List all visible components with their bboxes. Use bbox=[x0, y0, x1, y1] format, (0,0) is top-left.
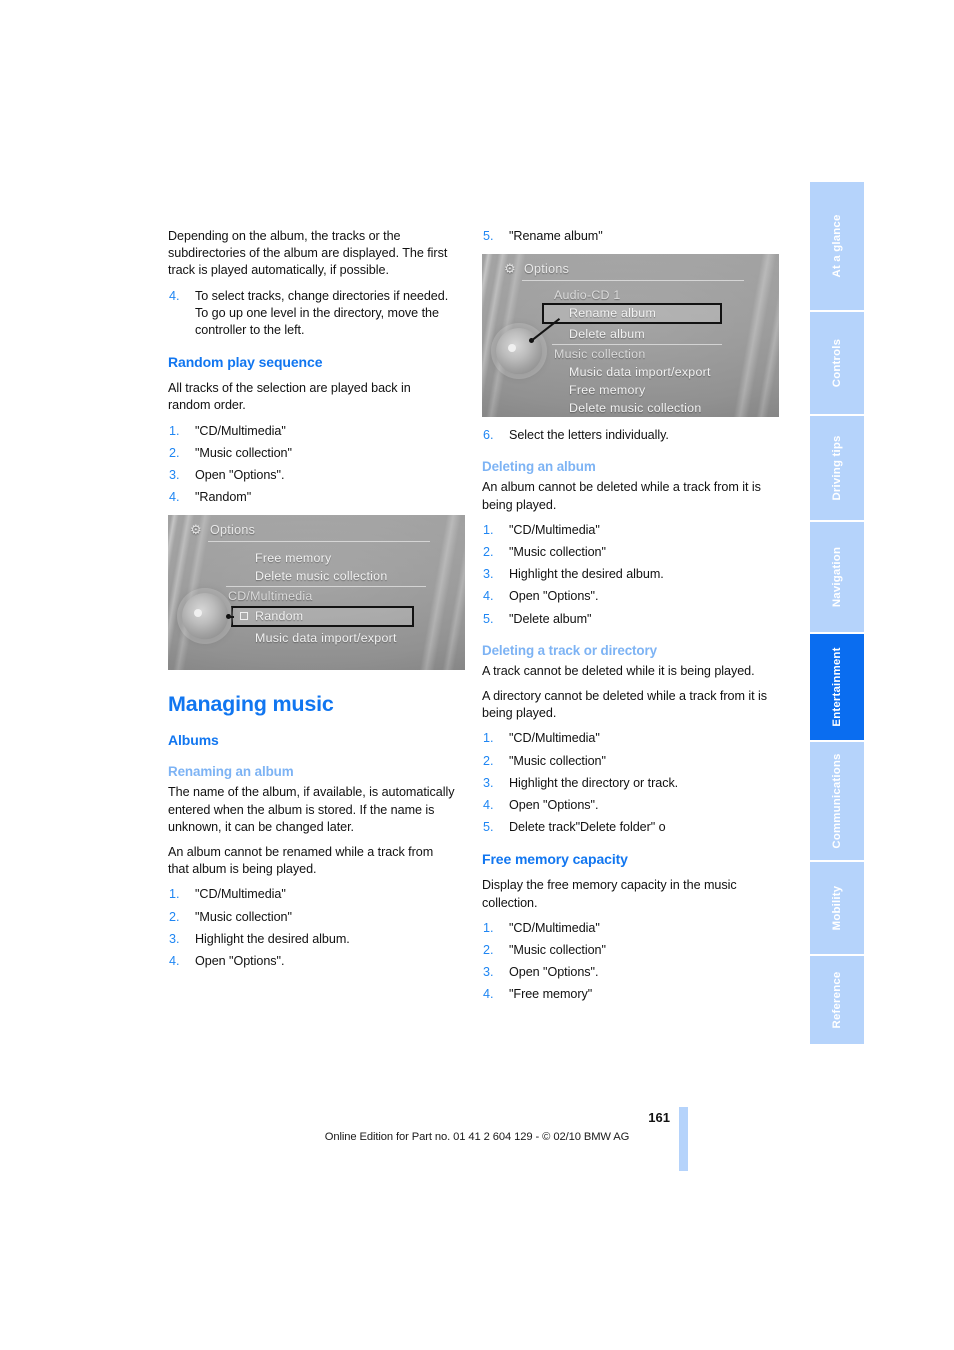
menu-item-rename-album: Rename album bbox=[569, 306, 657, 321]
renaming-paragraph-2: An album cannot be renamed while a track… bbox=[168, 845, 434, 877]
section-thumb-index: At a glance Controls Driving tips Naviga… bbox=[810, 182, 864, 1044]
sidebar-item-driving-tips[interactable]: Driving tips bbox=[810, 416, 864, 520]
list-item: "Rename album" bbox=[483, 228, 603, 245]
sidebar-item-navigation[interactable]: Navigation bbox=[810, 522, 864, 632]
list-item: "Music collection" bbox=[483, 753, 606, 770]
renaming-steps-continued: "Rename album" bbox=[482, 228, 769, 245]
menu-item-music-data-import-export: Music data import/export bbox=[569, 365, 711, 380]
list-item: "CD/Multimedia" bbox=[169, 423, 286, 440]
list-item: Highlight the desired album. bbox=[483, 566, 664, 583]
random-play-intro: All tracks of the selection are played b… bbox=[168, 381, 411, 413]
menu-group-audio-cd-1: Audio-CD 1 bbox=[554, 288, 621, 303]
divider bbox=[552, 344, 722, 346]
menu-group-cd-multimedia: CD/Multimedia bbox=[228, 589, 313, 604]
gear-icon: ⚙ bbox=[190, 522, 202, 538]
sidebar-item-reference[interactable]: Reference bbox=[810, 956, 864, 1044]
intro-paragraph: Depending on the album, the tracks or th… bbox=[168, 229, 448, 278]
list-item: Highlight the directory or track. bbox=[483, 775, 679, 792]
renaming-steps: "CD/Multimedia" "Music collection" Highl… bbox=[168, 886, 455, 970]
heading-random-play-sequence: Random play sequence bbox=[168, 354, 323, 371]
idrive-screenshot-random: ⚙ Options Free memory Delete music colle… bbox=[168, 515, 465, 671]
heading-renaming-an-album: Renaming an album bbox=[168, 764, 294, 780]
list-item: "Music collection" bbox=[169, 445, 292, 462]
left-text-column: Depending on the album, the tracks or th… bbox=[168, 228, 465, 979]
list-item: "Random" bbox=[169, 489, 252, 506]
divider bbox=[226, 586, 426, 588]
sidebar-item-label: Driving tips bbox=[831, 435, 843, 501]
screenshot-title: Options bbox=[524, 262, 570, 277]
deleting-track-paragraph-2: A directory cannot be deleted while a tr… bbox=[482, 689, 767, 721]
menu-item-delete-music-collection: Delete music collection bbox=[569, 401, 702, 416]
menu-item-delete-music-collection: Delete music collection bbox=[255, 569, 388, 584]
deleting-track-steps: "CD/Multimedia" "Music collection" Highl… bbox=[482, 730, 769, 836]
step-list-continued: To select tracks, change directories if … bbox=[168, 288, 455, 340]
menu-group-music-collection: Music collection bbox=[554, 347, 646, 362]
menu-item-random: Random bbox=[255, 609, 304, 624]
heading-deleting-an-album: Deleting an album bbox=[482, 459, 596, 475]
sidebar-item-label: Controls bbox=[831, 338, 843, 388]
footer-note: Online Edition for Part no. 01 41 2 604 … bbox=[324, 1131, 630, 1143]
menu-item-free-memory: Free memory bbox=[569, 383, 646, 398]
manual-page: Depending on the album, the tracks or th… bbox=[0, 0, 954, 1350]
menu-item-music-data-import-export: Music data import/export bbox=[255, 631, 397, 646]
free-memory-intro: Display the free memory capacity in the … bbox=[482, 878, 737, 910]
list-item: Select the letters individually. bbox=[483, 427, 669, 444]
menu-item-delete-album: Delete album bbox=[569, 327, 646, 342]
sidebar-item-label: Entertainment bbox=[831, 647, 843, 727]
sidebar-item-controls[interactable]: Controls bbox=[810, 312, 864, 414]
list-item: "Delete album" bbox=[483, 611, 592, 628]
renaming-step-6: Select the letters individually. bbox=[482, 427, 769, 444]
random-play-steps: "CD/Multimedia" "Music collection" Open … bbox=[168, 423, 455, 507]
list-item: Open "Options". bbox=[483, 588, 599, 605]
renaming-paragraph-1: The name of the album, if available, is … bbox=[168, 785, 455, 834]
idrive-screenshot-rename-album: ⚙ Options Audio-CD 1 Rename album Delete… bbox=[482, 254, 779, 418]
list-item: "Music collection" bbox=[169, 909, 292, 926]
list-item: "Free memory" bbox=[483, 986, 593, 1003]
heading-deleting-a-track-or-directory: Deleting a track or directory bbox=[482, 642, 657, 658]
divider bbox=[208, 541, 430, 543]
deleting-album-intro: An album cannot be deleted while a track… bbox=[482, 480, 761, 512]
list-item: Open "Options". bbox=[483, 964, 599, 981]
free-memory-steps: "CD/Multimedia" "Music collection" Open … bbox=[482, 920, 769, 1004]
list-item: Highlight the desired album. bbox=[169, 931, 350, 948]
list-item: "CD/Multimedia" bbox=[483, 920, 600, 937]
list-item: Delete track"Delete folder" o bbox=[483, 819, 666, 836]
heading-albums: Albums bbox=[168, 732, 219, 749]
list-item: Open "Options". bbox=[483, 797, 599, 814]
list-item: "Music collection" bbox=[483, 544, 606, 561]
list-item: To select tracks, change directories if … bbox=[169, 288, 449, 338]
sidebar-item-at-a-glance[interactable]: At a glance bbox=[810, 182, 864, 310]
list-item: "CD/Multimedia" bbox=[483, 730, 600, 747]
page-number: 161 bbox=[648, 1110, 670, 1125]
deleting-track-paragraph-1: A track cannot be deleted while it is be… bbox=[482, 663, 755, 678]
list-item: "CD/Multimedia" bbox=[483, 522, 600, 539]
menu-item-free-memory: Free memory bbox=[255, 551, 332, 566]
heading-free-memory-capacity: Free memory capacity bbox=[482, 851, 628, 868]
list-item: Open "Options". bbox=[169, 467, 285, 484]
deleting-album-steps: "CD/Multimedia" "Music collection" Highl… bbox=[482, 522, 769, 628]
right-text-column: "Rename album" ⚙ Options Audio-CD 1 Rena… bbox=[482, 228, 779, 1013]
screenshot-title: Options bbox=[210, 523, 256, 538]
leader-line bbox=[228, 616, 234, 619]
list-item: Open "Options". bbox=[169, 953, 285, 970]
checkbox-icon bbox=[240, 612, 248, 621]
list-item: "CD/Multimedia" bbox=[169, 886, 286, 903]
sidebar-item-label: Reference bbox=[831, 971, 843, 1029]
sidebar-item-label: Communications bbox=[831, 753, 843, 849]
page-title: Managing music bbox=[168, 692, 334, 717]
sidebar-item-label: At a glance bbox=[831, 214, 843, 278]
list-item: "Music collection" bbox=[483, 942, 606, 959]
sidebar-item-label: Mobility bbox=[831, 885, 843, 931]
gear-icon: ⚙ bbox=[504, 261, 516, 277]
sidebar-item-entertainment[interactable]: Entertainment bbox=[810, 634, 864, 740]
divider bbox=[522, 280, 744, 282]
sidebar-item-communications[interactable]: Communications bbox=[810, 742, 864, 860]
sidebar-item-label: Navigation bbox=[831, 546, 843, 608]
sidebar-item-mobility[interactable]: Mobility bbox=[810, 862, 864, 954]
